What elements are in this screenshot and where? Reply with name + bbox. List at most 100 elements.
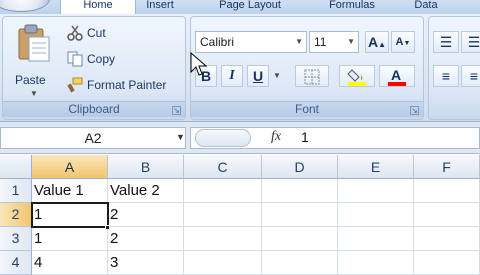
name-box-dropdown-icon[interactable]: ▼ — [176, 132, 185, 142]
cell-e2[interactable] — [338, 203, 414, 227]
formula-content[interactable]: 1 — [301, 129, 309, 145]
paste-label: Paste — [15, 73, 46, 87]
paste-button[interactable]: Paste ▼ — [13, 21, 55, 101]
copy-button[interactable]: Copy — [67, 51, 115, 67]
shrink-font-button[interactable]: A▼ — [391, 31, 415, 53]
font-color-icon: A — [388, 67, 406, 86]
tab-page-layout[interactable]: Page Layout — [200, 0, 300, 14]
tab-insert[interactable]: Insert — [138, 0, 182, 14]
align-left-icon: ≡ — [441, 68, 451, 84]
clipboard-group: Paste ▼ Cut Copy Format Painter Clipboar… — [2, 16, 186, 120]
paste-dropdown-arrow-icon[interactable]: ▼ — [30, 89, 38, 98]
tab-home[interactable]: Home — [60, 0, 136, 14]
column-header-b[interactable]: B — [108, 155, 184, 179]
cell-c4[interactable] — [184, 251, 262, 275]
align-left-button[interactable]: ≡ — [433, 65, 459, 87]
cell-f3[interactable] — [414, 227, 480, 251]
font-size-combo[interactable]: 11 ▼ — [309, 31, 359, 53]
cut-label: Cut — [87, 26, 106, 40]
clipboard-dialog-launcher-icon[interactable]: ↘ — [172, 106, 181, 115]
underline-dropdown-icon[interactable]: ▼ — [273, 71, 281, 80]
cell-d4[interactable] — [262, 251, 338, 275]
cell-a2[interactable]: 1 — [32, 203, 108, 227]
worksheet-grid[interactable]: A B C D E F 1 2 3 4 Value 1 Value 2 1 2 … — [0, 155, 480, 275]
svg-text:A: A — [391, 67, 401, 83]
align-top-button[interactable]: ☰ — [433, 31, 459, 53]
font-dialog-launcher-icon[interactable]: ↘ — [410, 106, 419, 115]
column-header-e[interactable]: E — [338, 155, 414, 179]
office-button[interactable] — [0, 0, 50, 12]
paste-icon — [18, 24, 50, 62]
borders-button[interactable] — [295, 65, 329, 87]
cell-d2[interactable] — [262, 203, 338, 227]
column-header-d[interactable]: D — [262, 155, 338, 179]
paintbrush-icon — [67, 77, 83, 93]
cell-a3[interactable]: 1 — [32, 227, 108, 251]
select-all-corner[interactable] — [0, 155, 32, 179]
tab-formulas[interactable]: Formulas — [312, 0, 392, 14]
cell-d3[interactable] — [262, 227, 338, 251]
cell-a1[interactable]: Value 1 — [32, 179, 108, 203]
paint-bucket-icon — [347, 69, 366, 86]
cell-e3[interactable] — [338, 227, 414, 251]
alignment-group: ☰ ☰ ≡ ≡ — [428, 16, 480, 120]
align-middle-button[interactable]: ☰ — [461, 31, 480, 53]
cell-c1[interactable] — [184, 179, 262, 203]
grow-font-label: A — [367, 34, 379, 50]
font-name-value: Calibri — [200, 35, 235, 49]
cell-e1[interactable] — [338, 179, 414, 203]
formula-tools-capsule — [195, 129, 251, 147]
fill-handle[interactable] — [105, 225, 110, 230]
font-group: Calibri ▼ 11 ▼ A▲ A▼ B I U ▼ A Font ↘ — [190, 16, 424, 120]
name-box[interactable]: A2 — [0, 127, 186, 149]
cell-b2[interactable]: 2 — [108, 203, 184, 227]
formula-input-area[interactable]: fx 1 — [190, 127, 480, 149]
clipboard-group-label: Clipboard — [3, 101, 185, 117]
insert-function-icon[interactable]: fx — [271, 129, 281, 145]
align-middle-icon: ☰ — [467, 34, 480, 50]
column-header-c[interactable]: C — [184, 155, 262, 179]
format-painter-button[interactable]: Format Painter — [67, 77, 166, 93]
shrink-font-label: A — [395, 36, 404, 48]
cell-f1[interactable] — [414, 179, 480, 203]
grow-font-button[interactable]: A▲ — [365, 31, 389, 53]
cell-b1[interactable]: Value 2 — [108, 179, 184, 203]
font-name-combo[interactable]: Calibri ▼ — [195, 31, 307, 53]
scissors-icon — [67, 25, 83, 41]
format-painter-label: Format Painter — [87, 78, 167, 92]
cut-button[interactable]: Cut — [67, 25, 106, 41]
cell-c2[interactable] — [184, 203, 262, 227]
formula-bar: A2 ▼ fx 1 — [0, 122, 480, 154]
fill-color-button[interactable] — [339, 65, 375, 87]
row-header-3[interactable]: 3 — [0, 227, 32, 251]
cell-d1[interactable] — [262, 179, 338, 203]
font-group-label: Font — [191, 101, 423, 117]
column-header-a[interactable]: A — [32, 155, 108, 179]
ribbon: Paste ▼ Cut Copy Format Painter Clipboar… — [0, 14, 480, 122]
italic-button[interactable]: I — [221, 65, 243, 87]
row-header-4[interactable]: 4 — [0, 251, 32, 275]
font-name-dropdown-icon[interactable]: ▼ — [295, 37, 303, 46]
cell-e4[interactable] — [338, 251, 414, 275]
cell-f2[interactable] — [414, 203, 480, 227]
shrink-font-caret-icon: ▼ — [403, 40, 411, 47]
column-header-f[interactable]: F — [414, 155, 480, 179]
row-header-2[interactable]: 2 — [0, 203, 32, 227]
align-center-button[interactable]: ≡ — [461, 65, 480, 87]
cell-a4[interactable]: 4 — [32, 251, 108, 275]
row-header-1[interactable]: 1 — [0, 179, 32, 203]
underline-button[interactable]: U — [247, 65, 269, 87]
copy-icon — [67, 51, 83, 67]
ribbon-tab-bar: Home Insert Page Layout Formulas Data — [0, 0, 480, 14]
tab-data[interactable]: Data — [406, 0, 446, 14]
cell-c3[interactable] — [184, 227, 262, 251]
font-color-button[interactable]: A — [379, 65, 415, 87]
mouse-cursor-icon — [190, 52, 208, 76]
cell-f4[interactable] — [414, 251, 480, 275]
cell-b3[interactable]: 2 — [108, 227, 184, 251]
cell-b4[interactable]: 3 — [108, 251, 184, 275]
font-size-dropdown-icon[interactable]: ▼ — [347, 37, 355, 46]
borders-icon — [304, 69, 320, 85]
align-center-icon: ≡ — [469, 68, 479, 84]
align-top-icon: ☰ — [439, 34, 453, 50]
